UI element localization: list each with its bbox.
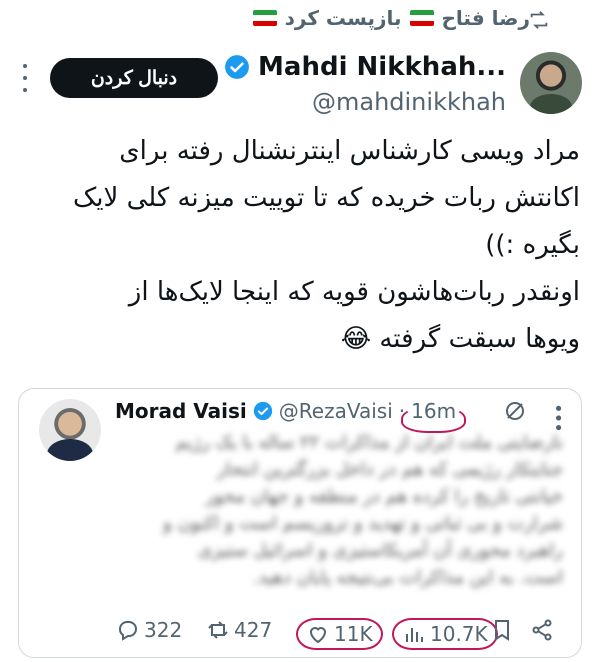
quoted-author-avatar[interactable]: [39, 399, 101, 461]
reply-button[interactable]: 322: [116, 618, 182, 642]
repost-icon: [530, 11, 548, 29]
quoted-line: نارضایتی ملت ایران از مذاکرات ۲۲ ساله با…: [175, 432, 563, 453]
heart-icon: [309, 627, 327, 644]
repost-label: بازپست کرد: [284, 6, 402, 30]
author-display-name: Mahdi Nikkhah...: [258, 52, 506, 82]
iran-flag-icon: [252, 10, 277, 26]
tweet-line: بگیره :)): [485, 230, 580, 260]
verified-badge-icon: [253, 401, 272, 421]
like-button[interactable]: 11K: [296, 618, 383, 650]
tweet-line: اونقدر ربات‌هاشون قویه که اینجا لایک‌ها …: [128, 277, 580, 307]
retweet-button[interactable]: 427: [206, 618, 272, 642]
quoted-timestamp[interactable]: 16m: [411, 399, 456, 423]
author-handle[interactable]: @mahdinikkhah: [312, 88, 506, 116]
verified-badge-icon: [225, 55, 249, 79]
views-chart-icon: [406, 628, 423, 642]
retweet-count: 427: [234, 618, 273, 642]
repost-indicator: رضا فتاح بازپست کرد: [252, 6, 531, 30]
grok-icon[interactable]: [503, 399, 527, 423]
more-options-icon[interactable]: [20, 64, 30, 92]
author-avatar[interactable]: [520, 52, 582, 114]
quoted-line: شرارت و بی ثباتی و تهدید و تروریسم است و…: [163, 513, 563, 534]
quoted-line: جنایتکار رژیمی که هم در داخل بزرگترین ان…: [216, 459, 563, 480]
quoted-text: نارضایتی ملت ایران از مذاکرات ۲۲ ساله با…: [119, 429, 563, 591]
action-bar: 322 427 11K 10.7K: [0, 612, 600, 652]
reply-count: 322: [144, 618, 183, 642]
quoted-line: است. به این مذاکرات بی‌نتیجه پایان دهید.: [252, 567, 563, 588]
quoted-header: Morad Vaisi @RezaVaisi · 16m: [115, 399, 466, 433]
quoted-line: خیانتی تاریخ را کرده هم در منطقه و جهان …: [205, 486, 563, 507]
retweet-icon: [208, 621, 228, 639]
quoted-author-handle[interactable]: @RezaVaisi: [279, 399, 393, 423]
share-icon: [532, 619, 552, 641]
author-name-row[interactable]: Mahdi Nikkhah...: [224, 52, 506, 82]
tweet-line: مراد ویسی کارشناس اینترنشنال رفته برای: [119, 136, 580, 166]
follow-button[interactable]: دنبال کردن: [50, 58, 218, 98]
views-button[interactable]: 10.7K: [392, 618, 498, 650]
quoted-more-icon[interactable]: •••: [547, 403, 568, 432]
iran-flag-icon: [409, 10, 434, 26]
reply-icon: [119, 621, 137, 641]
view-count: 10.7K: [430, 622, 488, 646]
tweet-text: مراد ویسی کارشناس اینترنشنال رفته برای ا…: [20, 128, 580, 363]
quoted-line: راهبرد محوری آن آمریکاستیزی و اسرائیل ست…: [197, 540, 563, 561]
bookmark-button[interactable]: [490, 618, 514, 642]
reposter-name: رضا فتاح: [441, 6, 531, 30]
tweet-line: اکانتش ربات خریده که تا توییت میزنه کلی …: [72, 183, 580, 213]
highlight-circle: 16m: [401, 399, 466, 433]
quoted-author-name[interactable]: Morad Vaisi: [115, 399, 247, 423]
tweet-line: ویوها سبقت گرفته 😂: [340, 324, 580, 354]
share-button[interactable]: [530, 618, 554, 642]
bookmark-icon: [495, 620, 509, 641]
like-count: 11K: [334, 622, 373, 646]
